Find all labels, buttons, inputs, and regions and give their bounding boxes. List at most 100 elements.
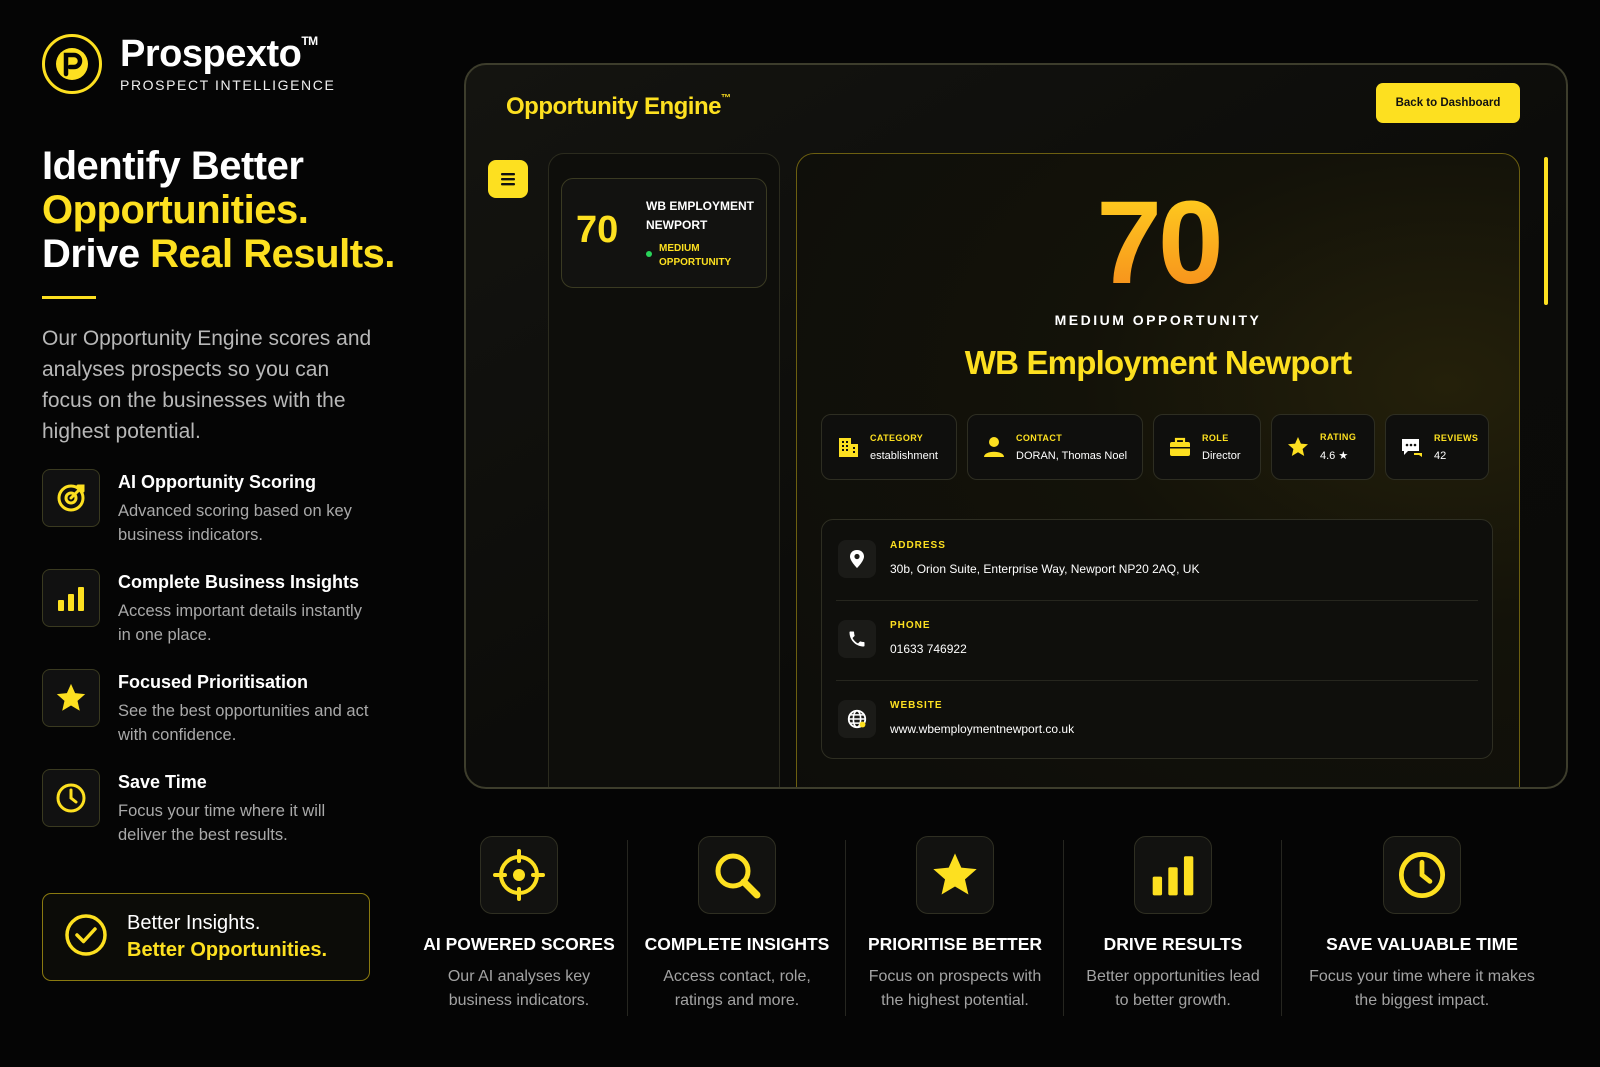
feature-title: Complete Business Insights xyxy=(118,572,360,592)
benefit-desc: Focus your time where it makes the bigge… xyxy=(1309,968,1535,1009)
globe-icon xyxy=(838,700,876,738)
feature-desc: Access important details instantly in on… xyxy=(118,602,362,644)
target-icon xyxy=(42,469,100,527)
check-circle-icon xyxy=(63,912,109,963)
benefit-desc: Focus on prospects with the highest pote… xyxy=(868,968,1042,1009)
brand: ProspextoTM PROSPECT INTELLIGENCE xyxy=(42,34,422,94)
stat-value: Director xyxy=(1202,449,1241,462)
scrollbar-thumb[interactable] xyxy=(1544,157,1548,305)
status-dot-icon xyxy=(646,251,652,257)
stat-cards: CATEGORY establishment CONTACT DORAN, Thom… xyxy=(821,414,1489,480)
phone-icon xyxy=(838,620,876,658)
stat-role: ROLE Director xyxy=(1153,414,1261,480)
prospect-list-item[interactable]: 70 WB EMPLOYMENT NEWPORT MEDIUM OPPORTUN… xyxy=(561,178,767,288)
star-icon xyxy=(916,836,994,914)
stat-label: ROLE xyxy=(1202,432,1229,443)
brand-tagline: PROSPECT INTELLIGENCE xyxy=(120,77,336,93)
opportunity-score: 70 xyxy=(797,184,1519,302)
benefit-desc: Better opportunities lead to better grow… xyxy=(1086,968,1260,1009)
prospect-list: 70 WB EMPLOYMENT NEWPORT MEDIUM OPPORTUN… xyxy=(548,153,780,787)
hero-line-3: Drive Real Results. xyxy=(42,232,395,276)
briefcase-icon xyxy=(1170,437,1190,456)
list-item-status: MEDIUM OPPORTUNITY xyxy=(659,243,732,268)
back-to-dashboard-button[interactable]: Back to Dashboard xyxy=(1376,83,1520,123)
benefit-item: SAVE VALUABLE TIME Focus your time where… xyxy=(1282,836,1562,1013)
stat-value: 4.6 ★ xyxy=(1320,450,1349,462)
clock-icon xyxy=(1383,836,1461,914)
scrollbar[interactable] xyxy=(1544,157,1548,771)
opportunity-level: MEDIUM OPPORTUNITY xyxy=(1054,312,1262,328)
crosshair-icon xyxy=(480,836,558,914)
feature-desc: See the best opportunities and act with … xyxy=(118,702,369,744)
feature-item: AI Opportunity Scoring Advanced scoring … xyxy=(42,469,422,547)
search-icon xyxy=(698,836,776,914)
intro-text: Our Opportunity Engine scores and analys… xyxy=(42,327,372,443)
phone-row: PHONE 01633 746922 xyxy=(836,600,1478,680)
stat-value: DORAN, Thomas Noel xyxy=(1016,449,1128,462)
brand-trademark: TM xyxy=(301,34,318,48)
person-icon xyxy=(984,437,1004,457)
feature-title: Save Time xyxy=(118,772,207,792)
chat-icon xyxy=(1402,439,1422,457)
stat-contact: CONTACT DORAN, Thomas Noel xyxy=(967,414,1143,480)
feature-item: Focused Prioritisation See the best oppo… xyxy=(42,669,422,747)
contact-info-card: ADDRESS 30b, Orion Suite, Enterprise Way… xyxy=(821,519,1493,759)
hero-divider xyxy=(42,296,96,299)
building-icon xyxy=(839,438,858,457)
feature-title: AI Opportunity Scoring xyxy=(118,472,316,492)
benefit-desc: Access contact, role, ratings and more. xyxy=(663,968,811,1009)
map-pin-icon xyxy=(838,540,876,578)
feature-title: Focused Prioritisation xyxy=(118,672,309,692)
marketing-column: ProspextoTM PROSPECT INTELLIGENCE Identi… xyxy=(42,34,422,869)
address-row: ADDRESS 30b, Orion Suite, Enterprise Way… xyxy=(836,520,1478,600)
callout-line-2: Better Opportunities. xyxy=(127,939,328,961)
benefit-title: PRIORITISE BETTER xyxy=(867,934,1043,954)
list-item-name: WB EMPLOYMENT NEWPORT xyxy=(646,199,754,232)
stat-label: REVIEWS xyxy=(1434,432,1479,443)
benefit-title: COMPLETE INSIGHTS xyxy=(644,934,830,954)
website-label: WEBSITE xyxy=(890,700,943,711)
star-icon xyxy=(1288,437,1308,456)
brand-name: ProspextoTM xyxy=(120,33,318,75)
benefit-title: DRIVE RESULTS xyxy=(1103,934,1243,954)
app-title: Opportunity Engine™ xyxy=(506,93,731,120)
feature-desc: Advanced scoring based on key business i… xyxy=(118,502,352,544)
stat-label: RATING xyxy=(1320,432,1357,442)
feature-item: Save Time Focus your time where it will … xyxy=(42,769,422,847)
prospexto-logo-icon xyxy=(42,34,102,94)
stat-value: 42 xyxy=(1434,449,1447,462)
hamburger-icon xyxy=(501,173,515,186)
website-link[interactable]: www.wbemploymentnewport.co.uk xyxy=(890,722,1074,736)
company-name: WB Employment Newport xyxy=(964,344,1352,381)
address-value: 30b, Orion Suite, Enterprise Way, Newpor… xyxy=(890,562,1200,576)
stat-category: CATEGORY establishment xyxy=(821,414,957,480)
opportunity-engine-window: Opportunity Engine™ Back to Dashboard 70… xyxy=(464,63,1568,789)
benefits-strip: AI POWERED SCORES Our AI analyses key bu… xyxy=(410,836,1580,1016)
callout-line-1: Better Insights. xyxy=(127,912,261,934)
feature-list: AI Opportunity Scoring Advanced scoring … xyxy=(42,469,422,847)
benefit-item: COMPLETE INSIGHTS Access contact, role, … xyxy=(628,836,846,1016)
phone-value[interactable]: 01633 746922 xyxy=(890,642,967,656)
hero-line-2: Opportunities. xyxy=(42,188,309,232)
benefit-item: AI POWERED SCORES Our AI analyses key bu… xyxy=(410,836,628,1016)
insights-callout: Better Insights. Better Opportunities. xyxy=(42,893,370,981)
star-icon xyxy=(42,669,100,727)
list-item-score: 70 xyxy=(576,209,619,251)
stat-label: CATEGORY xyxy=(870,432,924,443)
benefit-item: PRIORITISE BETTER Focus on prospects wit… xyxy=(846,836,1064,1016)
prospect-detail-panel: 70 MEDIUM OPPORTUNITY WB Employment Newp… xyxy=(796,153,1520,787)
hero-line-1: Identify Better xyxy=(42,144,304,188)
stat-rating: RATING 4.6 ★ xyxy=(1271,414,1375,480)
bar-chart-icon xyxy=(42,569,100,627)
clock-icon xyxy=(42,769,100,827)
benefit-item: DRIVE RESULTS Better opportunities lead … xyxy=(1064,836,1282,1016)
website-row: WEBSITE www.wbemploymentnewport.co.uk xyxy=(836,680,1478,760)
menu-toggle-button[interactable] xyxy=(488,160,528,198)
phone-label: PHONE xyxy=(890,620,931,631)
bar-chart-icon xyxy=(1134,836,1212,914)
feature-item: Complete Business Insights Access import… xyxy=(42,569,422,647)
address-label: ADDRESS xyxy=(890,540,946,551)
feature-desc: Focus your time where it will deliver th… xyxy=(118,802,326,844)
hero-headline: Identify Better Opportunities. Drive Rea… xyxy=(42,144,422,276)
benefit-title: AI POWERED SCORES xyxy=(423,934,615,954)
